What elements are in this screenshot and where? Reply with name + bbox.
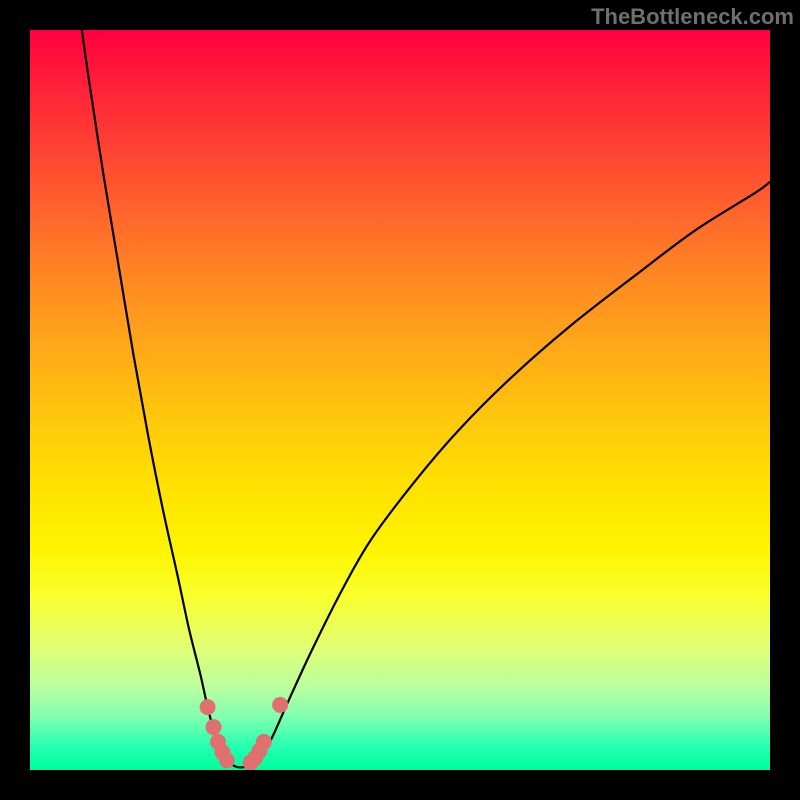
- highlight-dot: [256, 734, 272, 750]
- highlight-dot: [272, 697, 288, 713]
- bottleneck-curve: [30, 30, 770, 770]
- curve-left-branch: [82, 30, 230, 763]
- curve-right-branch: [252, 182, 770, 763]
- highlight-dot: [206, 719, 222, 735]
- chart-frame: TheBottleneck.com: [0, 0, 800, 800]
- watermark-text: TheBottleneck.com: [591, 4, 794, 30]
- highlight-dot: [200, 699, 216, 715]
- highlight-dot: [219, 752, 235, 768]
